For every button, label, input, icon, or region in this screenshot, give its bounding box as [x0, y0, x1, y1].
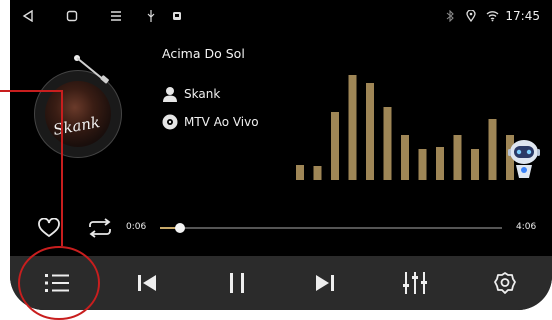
equalizer-icon	[403, 272, 427, 294]
equalizer-bar	[453, 135, 462, 180]
pause-button[interactable]	[210, 256, 264, 310]
equalizer-bar	[348, 75, 357, 180]
notification-icon	[173, 12, 181, 20]
robot-icon[interactable]	[508, 138, 540, 182]
seek-bar[interactable]	[160, 223, 502, 233]
album-row: MTV Ao Vivo	[162, 114, 259, 130]
equalizer-bar	[436, 147, 444, 180]
equalizer-button[interactable]	[388, 256, 442, 310]
tonearm	[74, 55, 109, 84]
artist-name: Skank	[184, 87, 221, 101]
back-icon[interactable]	[22, 10, 34, 22]
repeat-icon[interactable]	[86, 218, 114, 238]
equalizer-bar	[331, 112, 339, 180]
car-stereo-screen: 17:45 Skank Acima Do Sol Skank MTV Ao Vi…	[10, 0, 552, 310]
status-bar: 17:45	[10, 0, 552, 34]
settings-button[interactable]	[478, 256, 532, 310]
usb-icon	[147, 10, 155, 22]
playlist-button[interactable]	[30, 256, 84, 310]
playback-control-bar	[10, 256, 552, 310]
wifi-icon	[486, 11, 499, 22]
person-icon	[163, 87, 177, 102]
next-icon	[316, 275, 334, 291]
previous-icon	[138, 275, 156, 291]
equalizer-bar	[418, 149, 427, 180]
equalizer-bar	[313, 166, 322, 180]
equalizer-bar	[366, 83, 374, 180]
previous-button[interactable]	[120, 256, 174, 310]
equalizer-bar	[296, 165, 304, 180]
playlist-icon	[45, 274, 69, 292]
album-art-logo: Skank	[51, 113, 102, 139]
menu-icon[interactable]	[110, 10, 122, 22]
settings-icon	[494, 272, 516, 294]
equalizer-visualizer	[296, 75, 514, 180]
equalizer-bar	[471, 149, 479, 180]
home-icon[interactable]	[66, 10, 78, 22]
heart-icon[interactable]	[38, 218, 60, 238]
equalizer-bar	[383, 107, 392, 180]
album-name: MTV Ao Vivo	[184, 115, 259, 129]
equalizer-bar	[401, 135, 409, 180]
current-time: 0:06	[126, 222, 147, 232]
seek-bar-handle[interactable]	[175, 223, 185, 233]
bluetooth-icon	[446, 10, 454, 22]
clock: 17:45	[505, 9, 540, 23]
pause-icon	[230, 273, 244, 293]
disc-icon	[162, 114, 178, 130]
location-icon	[466, 10, 476, 22]
song-title: Acima Do Sol	[162, 46, 245, 61]
equalizer-bar	[488, 119, 497, 180]
total-time: 4:06	[516, 222, 537, 232]
artist-row: Skank	[162, 86, 220, 102]
next-button[interactable]	[298, 256, 352, 310]
